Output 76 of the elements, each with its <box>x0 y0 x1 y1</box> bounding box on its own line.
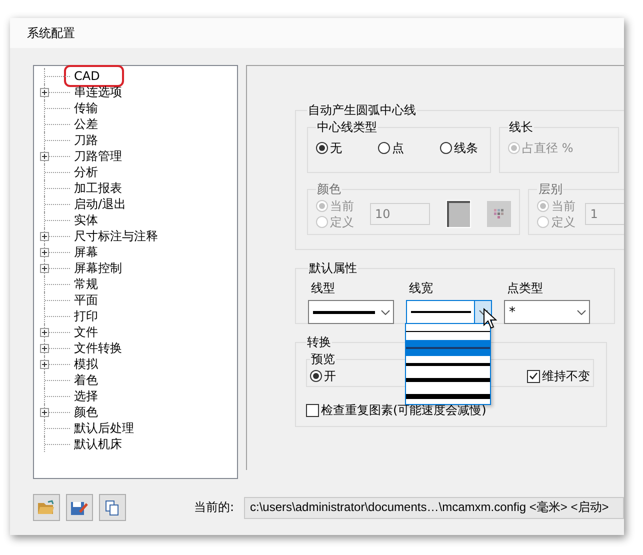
radio-button[interactable]: 开 <box>310 368 336 384</box>
expand-icon[interactable] <box>40 232 49 241</box>
line-weight-icon <box>406 378 490 382</box>
group-title: 默认属性 <box>308 260 358 277</box>
tree-item[interactable]: 文件转换 <box>70 340 126 356</box>
tree-item[interactable]: 平面 <box>70 292 102 308</box>
tree-item[interactable]: 刀路管理 <box>70 148 126 164</box>
expand-icon[interactable] <box>40 344 49 353</box>
line-weight-icon <box>406 331 490 333</box>
expand-icon[interactable] <box>40 360 49 369</box>
folder-icon <box>37 500 56 515</box>
caret-icon <box>478 310 488 314</box>
radio-button[interactable]: 点 <box>378 140 404 156</box>
field-label: 线型 <box>311 280 336 297</box>
tree-item[interactable]: 传输 <box>70 100 102 116</box>
config-path-field: c:\users\administrator\documents…\mcamxm.config <毫米> <启动> <box>244 496 624 518</box>
tree-item[interactable]: 颜色 <box>70 404 102 420</box>
group-title: 中心线类型 <box>316 119 378 136</box>
tree-item[interactable]: 屏幕控制 <box>70 260 126 276</box>
radio-button[interactable]: 无 <box>316 140 342 156</box>
dropdown-option[interactable] <box>406 388 490 404</box>
dropdown[interactable] <box>406 300 492 324</box>
tree-item[interactable]: 模拟 <box>70 356 102 372</box>
caret-icon <box>380 310 390 314</box>
tree-item[interactable]: 常规 <box>70 276 102 292</box>
caret-icon <box>576 310 586 314</box>
copy-button[interactable] <box>98 494 126 521</box>
dropdown-option[interactable] <box>406 324 490 340</box>
line-weight-icon <box>411 311 471 313</box>
line-weight-icon <box>406 362 490 366</box>
group-title: 层别 <box>537 181 564 198</box>
line-weight-icon <box>406 347 490 349</box>
tree-item[interactable]: 刀路 <box>70 132 102 148</box>
group-title: 线长 <box>508 119 534 136</box>
expand-icon[interactable] <box>40 248 49 257</box>
tree-item[interactable]: 尺寸标注与注释 <box>70 228 162 244</box>
radio-button[interactable]: 线条 <box>440 140 478 156</box>
expand-icon[interactable] <box>40 328 49 337</box>
line-weight-icon <box>406 394 490 398</box>
group-title: 转换 <box>306 334 332 351</box>
dropdown[interactable]: * <box>504 300 590 324</box>
dropdown-option[interactable] <box>406 356 490 372</box>
line-weight-icon <box>313 310 375 314</box>
check-icon <box>529 372 538 380</box>
expand-icon[interactable] <box>40 264 49 273</box>
palette-icon <box>494 208 505 220</box>
tree-item[interactable]: 分析 <box>70 164 102 180</box>
tree-item[interactable]: 默认机床 <box>70 436 126 452</box>
field-label: 线宽 <box>409 280 434 297</box>
tree-item[interactable]: 选择 <box>70 388 102 404</box>
tree-item[interactable]: 默认后处理 <box>70 420 138 436</box>
tree-item[interactable]: 屏幕 <box>70 244 102 260</box>
field-label: 点类型 <box>507 280 544 297</box>
group-title: 预览 <box>310 351 336 368</box>
field-label: 当前的: <box>194 499 234 516</box>
combo-value: * <box>508 304 516 320</box>
group-title: 颜色 <box>316 181 342 198</box>
tree-item[interactable]: 加工报表 <box>70 180 126 196</box>
dropdown[interactable] <box>308 300 394 324</box>
expand-icon[interactable] <box>40 152 49 161</box>
checkbox[interactable]: 维持不变 <box>527 368 590 384</box>
save-icon <box>70 500 88 516</box>
expand-icon[interactable] <box>40 88 49 97</box>
save-button[interactable] <box>66 494 93 521</box>
tree-item[interactable]: 文件 <box>70 324 102 340</box>
tree-item[interactable]: 串连选项 <box>70 84 126 100</box>
tree-item[interactable]: 着色 <box>70 372 102 388</box>
group-title: 自动产生圆弧中心线 <box>307 102 417 119</box>
window-title: 系统配置 <box>27 24 75 42</box>
tree-item[interactable]: 实体 <box>70 212 102 228</box>
tree-item[interactable]: CAD <box>66 67 122 85</box>
tree-item[interactable]: 公差 <box>70 116 102 132</box>
tree-item[interactable]: 启动/退出 <box>70 196 130 212</box>
copy-icon <box>104 500 120 516</box>
expand-icon[interactable] <box>40 408 49 417</box>
tree-item[interactable]: 打印 <box>70 308 102 324</box>
